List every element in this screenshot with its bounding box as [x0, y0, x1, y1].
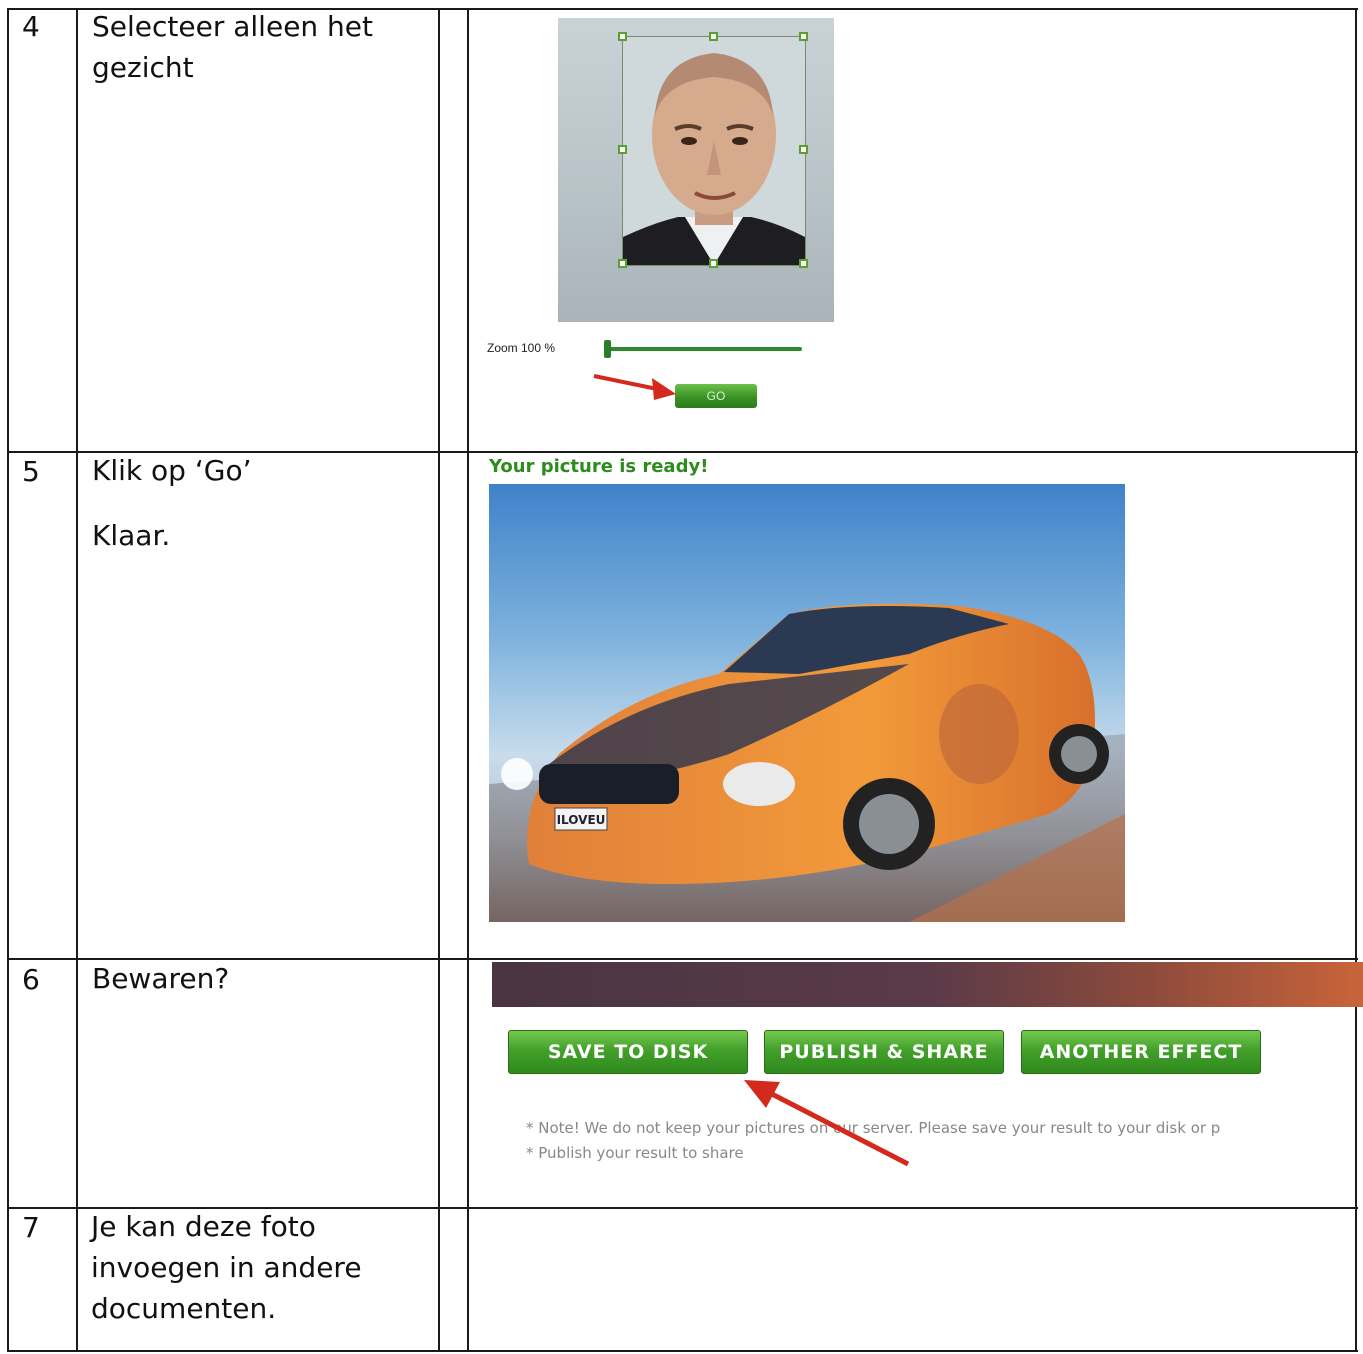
crop-handle[interactable]: [618, 32, 627, 41]
note-text: * Note! We do not keep your pictures on …: [526, 1119, 1221, 1137]
instruction-line: Je kan deze foto: [91, 1210, 316, 1243]
publish-share-button[interactable]: PUBLISH & SHARE: [764, 1030, 1004, 1074]
face-illustration: [623, 37, 805, 265]
step-instruction: Je kan deze foto invoegen in andere docu…: [91, 1206, 362, 1329]
note-text: * Publish your result to share: [526, 1144, 744, 1162]
step-number: 4: [22, 10, 40, 43]
result-banner: [492, 962, 1363, 1007]
red-arrow-icon: [744, 1080, 910, 1167]
instruction-line: Selecteer alleen het: [92, 10, 374, 43]
result-car-image: ILOVEU: [489, 484, 1125, 922]
red-arrow-icon: [593, 374, 676, 400]
column-divider: [467, 8, 469, 1352]
crop-handle[interactable]: [709, 259, 718, 268]
instruction-line: gezicht: [92, 51, 194, 84]
step-number: 7: [22, 1211, 40, 1244]
result-heading: Your picture is ready!: [489, 456, 709, 477]
table-border-bottom: [8, 1350, 1358, 1352]
crop-handle[interactable]: [618, 145, 627, 154]
instruction-line: documenten.: [91, 1292, 277, 1325]
table-border-right: [1355, 8, 1357, 1352]
go-button[interactable]: GO: [675, 384, 757, 408]
step-number: 5: [22, 455, 40, 488]
zoom-label: Zoom 100 %: [487, 341, 556, 355]
crop-handle[interactable]: [709, 32, 718, 41]
step-instruction: Klik op ‘Go’: [92, 454, 252, 487]
license-plate-text: ILOVEU: [557, 813, 606, 827]
crop-handle[interactable]: [799, 32, 808, 41]
crop-handle[interactable]: [799, 145, 808, 154]
save-to-disk-button[interactable]: SAVE TO DISK: [508, 1030, 748, 1074]
step-instruction: Klaar.: [92, 519, 171, 552]
step-instruction: Bewaren?: [92, 962, 230, 995]
another-effect-button[interactable]: ANOTHER EFFECT: [1021, 1030, 1261, 1074]
column-divider: [438, 8, 440, 1352]
column-divider: [76, 8, 78, 1352]
car-illustration: ILOVEU: [489, 603, 1125, 922]
step-number: 6: [22, 963, 40, 996]
step-instruction: Selecteer alleen het gezicht: [92, 6, 373, 88]
table-border-left: [7, 8, 9, 1352]
crop-handle[interactable]: [618, 259, 627, 268]
crop-handle[interactable]: [799, 259, 808, 268]
portrait-photo: [558, 18, 834, 322]
zoom-slider-handle[interactable]: [604, 340, 611, 358]
crop-selection[interactable]: [622, 36, 806, 266]
instruction-line: invoegen in andere: [91, 1251, 362, 1284]
zoom-slider[interactable]: [606, 347, 802, 351]
